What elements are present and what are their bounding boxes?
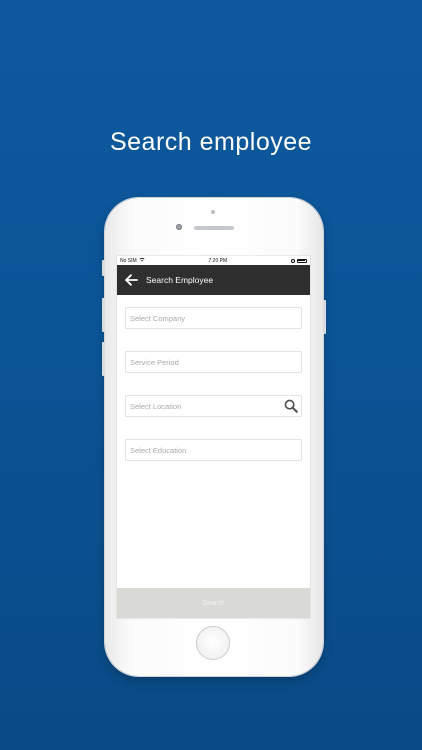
battery-icon bbox=[296, 258, 307, 263]
front-camera bbox=[176, 224, 182, 230]
location-field[interactable] bbox=[125, 395, 302, 417]
app-screen: No SIM 7:20 PM Search Employee Select Co… bbox=[117, 256, 310, 618]
promo-headline: Search employee bbox=[109, 128, 313, 156]
search-form bbox=[117, 295, 310, 461]
back-arrow-icon[interactable] bbox=[124, 274, 138, 286]
clock-label: 7:20 PM bbox=[208, 257, 228, 264]
sensor-dot bbox=[211, 210, 215, 214]
education-input[interactable] bbox=[130, 445, 298, 455]
phone-frame: No SIM 7:20 PM Search Employee Select Co… bbox=[102, 198, 326, 676]
search-button[interactable]: Search bbox=[117, 588, 310, 618]
mute-switch bbox=[102, 260, 105, 276]
app-bar: Search Employee bbox=[117, 265, 310, 295]
service-period-input[interactable] bbox=[130, 357, 298, 367]
service-period-field[interactable] bbox=[125, 351, 302, 373]
power-button bbox=[323, 300, 326, 334]
volume-up-button bbox=[102, 298, 105, 332]
location-input[interactable] bbox=[130, 401, 284, 411]
volume-down-button bbox=[102, 342, 105, 376]
carrier-label: No SIM bbox=[120, 257, 137, 264]
status-right bbox=[290, 258, 307, 263]
status-left: No SIM bbox=[120, 257, 145, 264]
rotation-lock-icon bbox=[290, 258, 295, 263]
company-field[interactable] bbox=[125, 307, 302, 329]
company-input[interactable] bbox=[130, 313, 298, 323]
search-icon[interactable] bbox=[284, 399, 298, 413]
home-button bbox=[196, 626, 230, 660]
wifi-icon bbox=[139, 257, 145, 264]
screen-title: Search Employee bbox=[146, 275, 214, 285]
status-bar: No SIM 7:20 PM bbox=[117, 256, 310, 265]
education-field[interactable] bbox=[125, 439, 302, 461]
earpiece-speaker bbox=[194, 226, 234, 230]
